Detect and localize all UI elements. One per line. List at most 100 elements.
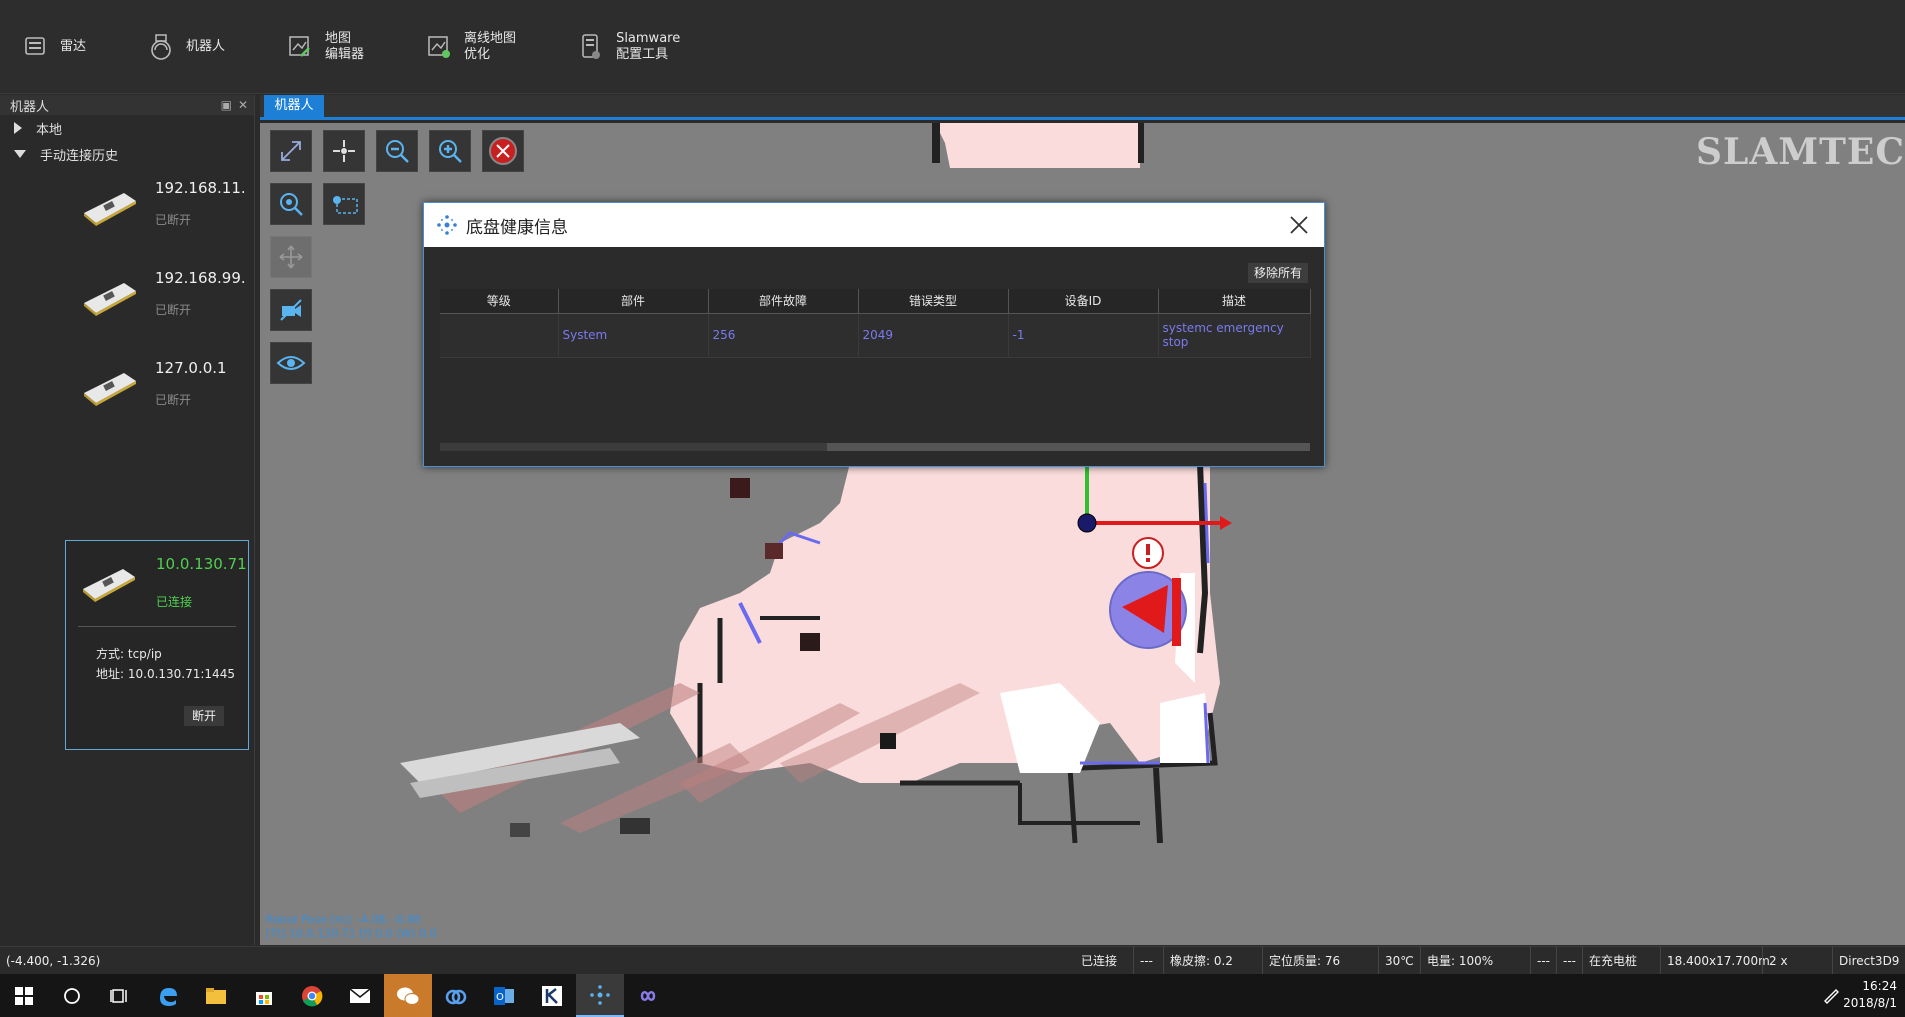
expand-arrow-icon: [14, 122, 22, 134]
fit-view-button[interactable]: [270, 130, 312, 172]
task-view-button[interactable]: [96, 974, 144, 1017]
clear-map-button[interactable]: [482, 130, 524, 172]
toolbar-robot-button[interactable]: 机器人: [146, 17, 225, 77]
tree-node-local[interactable]: 本地: [0, 115, 254, 141]
connection-item[interactable]: 192.168.99. 已断开: [65, 257, 250, 347]
cell-device-id: -1: [1008, 313, 1159, 358]
infinity-app[interactable]: [624, 974, 672, 1017]
start-button[interactable]: [0, 974, 48, 1017]
column-header-level[interactable]: 等级: [440, 289, 559, 314]
connection-ip: 192.168.11.: [155, 179, 246, 197]
column-header-device-id[interactable]: 设备ID: [1008, 289, 1159, 314]
eraser-size: 橡皮擦: 0.2: [1163, 947, 1239, 975]
radar-icon: [20, 32, 50, 62]
disconnect-button[interactable]: 断开: [184, 706, 224, 726]
table-row[interactable]: System 256 2049 -1 systemc emergency sto…: [440, 313, 1311, 358]
connection-item[interactable]: 192.168.11. 已断开: [65, 167, 250, 257]
kvm-app[interactable]: [528, 974, 576, 1017]
app-logo-icon: [437, 215, 457, 235]
camera-icon: [280, 299, 302, 321]
move-button[interactable]: [270, 236, 312, 278]
column-header-component-fault[interactable]: 部件故障: [708, 289, 859, 314]
task-view-icon: [110, 988, 127, 1003]
windows-icon: [15, 986, 33, 1005]
search-button[interactable]: [48, 974, 96, 1017]
zoom-in-button[interactable]: [429, 130, 471, 172]
tab-robot[interactable]: 机器人: [264, 95, 324, 117]
cell-component: System: [558, 313, 709, 358]
offline-map-icon: [424, 32, 454, 62]
store-app[interactable]: [240, 974, 288, 1017]
cloud-icon: [445, 989, 467, 1004]
map-info-overlay: Robot Pose [m]: -4.08, -0.88 [Tt] 10.0.1…: [266, 913, 436, 941]
robostudio-icon: [590, 984, 610, 1005]
mail-icon: [349, 987, 371, 1003]
robot-panel-title: 机器人: [10, 99, 50, 115]
chrome-app[interactable]: [288, 974, 336, 1017]
baidu-netdisk-app[interactable]: [432, 974, 480, 1017]
cell-component-fault: 256: [708, 313, 859, 358]
outlook-app[interactable]: O: [480, 974, 528, 1017]
active-connection-status: 已连接: [156, 595, 193, 609]
tree-node-local-label: 本地: [36, 122, 63, 138]
move-arrows-icon: [279, 245, 303, 269]
robot-board-icon: [84, 283, 136, 316]
edge-app[interactable]: [144, 974, 192, 1017]
zoom-out-button[interactable]: [376, 130, 418, 172]
scrollbar-thumb[interactable]: [827, 443, 1310, 451]
localization-quality: 定位质量: 76: [1262, 947, 1346, 975]
toolbar-radar-button[interactable]: 雷达: [20, 17, 86, 77]
column-header-component[interactable]: 部件: [558, 289, 709, 314]
column-header-error-type[interactable]: 错误类型: [858, 289, 1009, 314]
zoom-out-icon: [386, 140, 409, 163]
zoom-area-button[interactable]: [270, 183, 312, 225]
mail-app[interactable]: [336, 974, 384, 1017]
robostudio-app[interactable]: [576, 974, 624, 1017]
column-header-description[interactable]: 描述: [1158, 289, 1311, 314]
center-robot-button[interactable]: [323, 130, 365, 172]
close-icon[interactable]: [1288, 214, 1310, 236]
cell-level: [440, 313, 559, 358]
eye-icon: [276, 356, 306, 370]
scan-area-button[interactable]: [323, 183, 365, 225]
tree-node-history-label: 手动连接历史: [40, 148, 119, 164]
table-header-row: 等级 部件 部件故障 错误类型 设备ID 描述: [440, 289, 1311, 314]
connection-status: 已断开: [155, 213, 192, 227]
charging-state: 在充电桩: [1582, 947, 1643, 975]
active-connection-item[interactable]: 10.0.130.71 已连接 方式: tcp/ip 地址: 10.0.130.…: [65, 540, 249, 750]
pen-icon[interactable]: [1822, 986, 1840, 1008]
chrome-icon: [302, 985, 323, 1006]
toolbar-map-editor-label: 地图 编辑器: [325, 30, 365, 62]
edge-icon: [160, 987, 177, 1006]
float-panel-icon[interactable]: ▣: [221, 98, 232, 112]
visibility-button[interactable]: [270, 342, 312, 384]
tree-node-history[interactable]: 手动连接历史: [0, 141, 254, 167]
zoom-in-icon: [439, 140, 462, 163]
connection-item[interactable]: 127.0.0.1 已断开: [65, 347, 250, 437]
fault-table: 等级 部件 部件故障 错误类型 设备ID 描述 System 256 2049 …: [440, 289, 1311, 358]
connection-status: 已断开: [155, 393, 192, 407]
status-placeholder: ---: [1556, 947, 1582, 975]
dialog-titlebar: 底盘健康信息: [424, 203, 1324, 247]
toolbar-map-editor-button[interactable]: 地图 编辑器: [285, 17, 364, 77]
cursor-coords: (-4.400, -1.326): [6, 954, 101, 968]
crosshair-icon: [333, 140, 355, 162]
toolbar-slamware-config-button[interactable]: Slamware 配置工具: [576, 17, 680, 77]
horizontal-scrollbar[interactable]: [440, 443, 1310, 451]
toolbar-offline-map-button[interactable]: 离线地图 优化: [424, 17, 516, 77]
robot-panel-header: 机器人 ▣ ✕: [0, 95, 254, 115]
toolbar-robot-label: 机器人: [186, 38, 226, 54]
camera-button[interactable]: [270, 289, 312, 331]
temperature: 30℃: [1378, 947, 1420, 975]
cell-error-type: 2049: [858, 313, 1009, 358]
file-explorer-app[interactable]: [192, 974, 240, 1017]
system-clock[interactable]: 16:24 2018/8/1: [1843, 978, 1897, 1012]
status-placeholder: ---: [1530, 947, 1556, 975]
remove-all-button[interactable]: 移除所有: [1247, 263, 1308, 283]
toolbar-offline-map-label: 离线地图 优化: [464, 30, 517, 62]
zoom-level: 2 x: [1762, 947, 1794, 975]
connection-status: 已断开: [155, 303, 192, 317]
renderer: Direct3D9: [1832, 947, 1905, 975]
wechat-app[interactable]: [384, 974, 432, 1017]
close-panel-icon[interactable]: ✕: [238, 98, 248, 112]
